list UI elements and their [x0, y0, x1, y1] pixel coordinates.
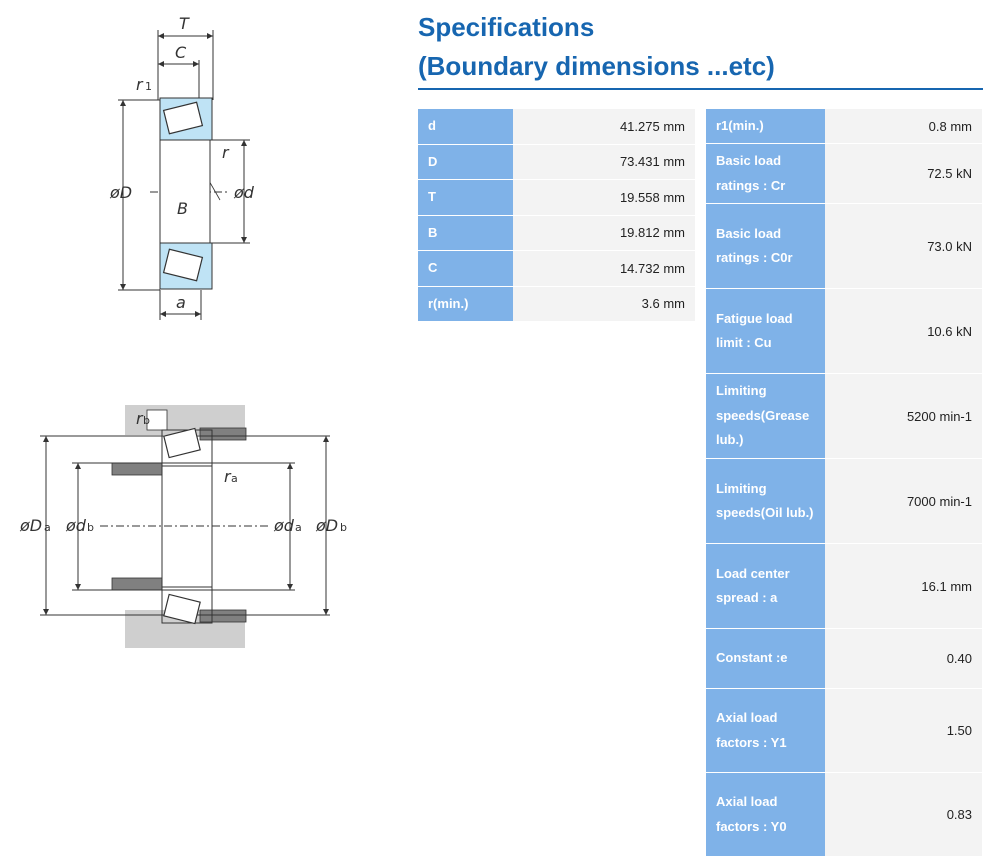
table-row: Axial load factors : Y0 0.83 — [706, 773, 982, 857]
spec-value: 16.1 mm — [824, 544, 982, 629]
spec-key: Load center spread : a — [706, 544, 825, 629]
table-row: Axial load factors : Y1 1.50 — [706, 689, 982, 773]
spec-value: 73.431 mm — [513, 144, 695, 180]
table-row: Basic load ratings : C0r 73.0 kN — [706, 204, 982, 289]
label-Db-sub: b — [340, 521, 347, 534]
label-ra-sub: a — [231, 472, 238, 485]
table-row: Basic load ratings : Cr 72.5 kN — [706, 144, 982, 204]
label-r1-sub: 1 — [145, 80, 152, 93]
spec-key: Basic load ratings : C0r — [706, 204, 825, 289]
label-da-sub: a — [295, 521, 302, 534]
table-row: Limiting speeds(Oil lub.) 7000 min-1 — [706, 459, 982, 544]
title-line-1: Specifications — [418, 12, 595, 42]
spec-value: 1.50 — [824, 689, 982, 773]
label-da: ød — [273, 516, 295, 535]
table-row: D 73.431 mm — [418, 144, 695, 180]
table-row: r1(min.) 0.8 mm — [706, 109, 982, 144]
label-Db: øD — [315, 516, 338, 535]
spec-key: Limiting speeds(Oil lub.) — [706, 459, 825, 544]
spec-key: Constant :e — [706, 629, 825, 689]
performance-table: r1(min.) 0.8 mm Basic load ratings : Cr … — [706, 109, 982, 857]
spec-key: d — [418, 109, 513, 145]
spec-value: 19.812 mm — [513, 215, 695, 251]
label-d: ød — [233, 183, 255, 202]
title-line-2: (Boundary dimensions ...etc) — [418, 51, 775, 81]
label-db: ød — [65, 516, 87, 535]
table-row: Limiting speeds(Grease lub.) 5200 min-1 — [706, 374, 982, 459]
label-D: øD — [109, 183, 132, 202]
label-rb-sub: b — [143, 414, 150, 427]
spec-key: r(min.) — [418, 286, 513, 322]
table-row: Fatigue load limit : Cu 10.6 kN — [706, 289, 982, 374]
spec-value: 41.275 mm — [513, 109, 695, 145]
table-row: Constant :e 0.40 — [706, 629, 982, 689]
spec-key: D — [418, 144, 513, 180]
spec-value: 0.8 mm — [824, 109, 982, 144]
label-T: T — [179, 14, 190, 33]
spec-key: T — [418, 180, 513, 216]
boundary-dimensions-table: d 41.275 mm D 73.431 mm T 19.558 mm B 19… — [418, 109, 695, 322]
table-row: Load center spread : a 16.1 mm — [706, 544, 982, 629]
spec-value: 19.558 mm — [513, 180, 695, 216]
label-r: r — [222, 143, 230, 162]
table-row: C 14.732 mm — [418, 251, 695, 287]
spec-value: 10.6 kN — [824, 289, 982, 374]
title-divider — [418, 88, 983, 90]
label-Da-sub: a — [44, 521, 51, 534]
label-C: C — [175, 43, 187, 62]
label-db-sub: b — [87, 521, 94, 534]
table-row: B 19.812 mm — [418, 215, 695, 251]
spec-key: Axial load factors : Y0 — [706, 773, 825, 857]
label-B: B — [177, 199, 188, 218]
spec-value: 0.40 — [824, 629, 982, 689]
spec-value: 7000 min-1 — [824, 459, 982, 544]
spec-key: B — [418, 215, 513, 251]
spec-value: 72.5 kN — [824, 144, 982, 204]
spec-value: 5200 min-1 — [824, 374, 982, 459]
spec-key: Limiting speeds(Grease lub.) — [706, 374, 825, 459]
table-row: d 41.275 mm — [418, 109, 695, 145]
page-title: Specifications (Boundary dimensions ...e… — [418, 8, 775, 86]
spec-value: 14.732 mm — [513, 251, 695, 287]
spec-key: Basic load ratings : Cr — [706, 144, 825, 204]
bearing-section-drawing: T C r 1 r øD ød B a — [109, 14, 255, 320]
mounting-drawing: r b r a øD a ød b ød a øD b — [19, 405, 347, 648]
label-Da: øD — [19, 516, 42, 535]
spec-value: 3.6 mm — [513, 286, 695, 322]
spec-key: C — [418, 251, 513, 287]
spec-value: 73.0 kN — [824, 204, 982, 289]
label-r1: r — [136, 75, 144, 94]
spec-value: 0.83 — [824, 773, 982, 857]
table-row: r(min.) 3.6 mm — [418, 286, 695, 322]
label-a: a — [176, 293, 186, 312]
spec-key: Fatigue load limit : Cu — [706, 289, 825, 374]
spec-key: Axial load factors : Y1 — [706, 689, 825, 773]
spec-key: r1(min.) — [706, 109, 825, 144]
table-row: T 19.558 mm — [418, 180, 695, 216]
